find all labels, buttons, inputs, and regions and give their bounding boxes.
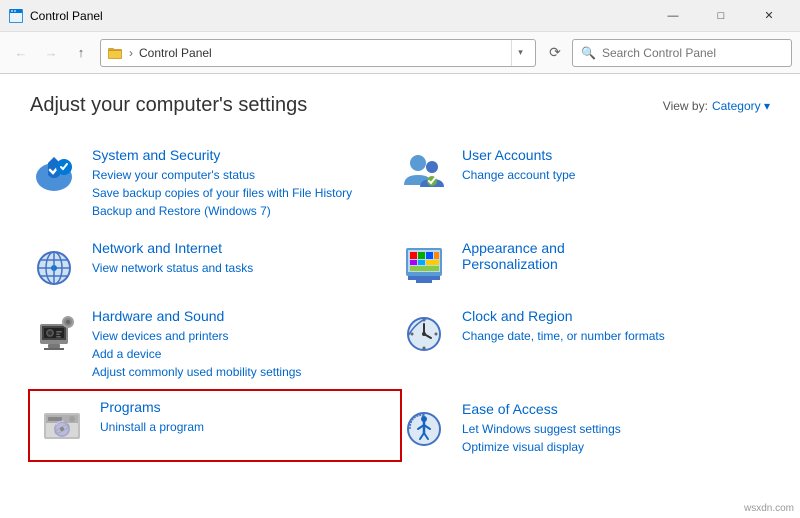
clock-region-link-1[interactable]: Change date, time, or number formats xyxy=(462,327,760,345)
hardware-sound-link-2[interactable]: Add a device xyxy=(92,345,390,363)
title-bar-icon xyxy=(8,8,24,24)
hardware-sound-content: Hardware and Sound View devices and prin… xyxy=(92,308,390,381)
ease-of-access-icon xyxy=(400,401,448,449)
system-security-title[interactable]: System and Security xyxy=(92,147,390,163)
address-field[interactable]: › Control Panel ▾ xyxy=(100,39,536,67)
appearance-title[interactable]: Appearance andPersonalization xyxy=(462,240,760,272)
category-appearance[interactable]: Appearance andPersonalization xyxy=(400,230,770,298)
programs-title[interactable]: Programs xyxy=(100,399,392,415)
category-programs[interactable]: Programs Uninstall a program xyxy=(28,389,402,462)
category-ease-of-access[interactable]: Ease of Access Let Windows suggest setti… xyxy=(400,391,770,466)
address-bar: ← → ↑ › Control Panel ▾ ⟳ 🔍 xyxy=(0,32,800,74)
system-security-link-2[interactable]: Save backup copies of your files with Fi… xyxy=(92,184,390,202)
ease-of-access-link-2[interactable]: Optimize visual display xyxy=(462,438,760,456)
ease-of-access-link-1[interactable]: Let Windows suggest settings xyxy=(462,420,760,438)
ease-of-access-content: Ease of Access Let Windows suggest setti… xyxy=(462,401,760,456)
hardware-sound-title[interactable]: Hardware and Sound xyxy=(92,308,390,324)
system-security-link-1[interactable]: Review your computer's status xyxy=(92,166,390,184)
system-security-link-3[interactable]: Backup and Restore (Windows 7) xyxy=(92,202,390,220)
programs-content: Programs Uninstall a program xyxy=(100,399,392,436)
title-bar: Control Panel — □ ✕ xyxy=(0,0,800,32)
network-internet-content: Network and Internet View network status… xyxy=(92,240,390,277)
programs-icon xyxy=(38,399,86,447)
refresh-button[interactable]: ⟳ xyxy=(542,40,568,66)
network-internet-icon xyxy=(30,240,78,288)
clock-region-content: Clock and Region Change date, time, or n… xyxy=(462,308,760,345)
appearance-content: Appearance andPersonalization xyxy=(462,240,760,275)
user-accounts-content: User Accounts Change account type xyxy=(462,147,760,184)
user-accounts-title[interactable]: User Accounts xyxy=(462,147,760,163)
address-folder-icon xyxy=(107,45,123,61)
system-security-icon xyxy=(30,147,78,195)
clock-region-icon xyxy=(400,308,448,356)
user-accounts-link-1[interactable]: Change account type xyxy=(462,166,760,184)
network-internet-title[interactable]: Network and Internet xyxy=(92,240,390,256)
address-dropdown-button[interactable]: ▾ xyxy=(511,40,529,66)
category-grid: System and Security Review your computer… xyxy=(30,137,770,466)
search-input[interactable] xyxy=(602,46,783,60)
ease-of-access-title[interactable]: Ease of Access xyxy=(462,401,760,417)
search-field[interactable]: 🔍 xyxy=(572,39,792,67)
hardware-sound-icon xyxy=(30,308,78,356)
search-icon: 🔍 xyxy=(581,46,596,60)
hardware-sound-link-3[interactable]: Adjust commonly used mobility settings xyxy=(92,363,390,381)
user-accounts-icon xyxy=(400,147,448,195)
view-by-control: View by: Category ▾ xyxy=(663,99,770,113)
appearance-icon xyxy=(400,240,448,288)
network-internet-link-1[interactable]: View network status and tasks xyxy=(92,259,390,277)
category-system-security[interactable]: System and Security Review your computer… xyxy=(30,137,400,230)
breadcrumb-current: Control Panel xyxy=(139,46,507,60)
page-title: Adjust your computer's settings xyxy=(30,94,307,117)
window-title: Control Panel xyxy=(30,9,650,23)
clock-region-title[interactable]: Clock and Region xyxy=(462,308,760,324)
category-hardware-sound[interactable]: Hardware and Sound View devices and prin… xyxy=(30,298,400,391)
page-header: Adjust your computer's settings View by:… xyxy=(30,94,770,117)
maximize-button[interactable]: □ xyxy=(698,0,744,32)
system-security-content: System and Security Review your computer… xyxy=(92,147,390,220)
back-button[interactable]: ← xyxy=(8,40,34,66)
window-controls: — □ ✕ xyxy=(650,0,792,32)
category-network-internet[interactable]: Network and Internet View network status… xyxy=(30,230,400,298)
up-button[interactable]: ↑ xyxy=(68,40,94,66)
forward-button[interactable]: → xyxy=(38,40,64,66)
view-by-label: View by: xyxy=(663,99,708,113)
hardware-sound-link-1[interactable]: View devices and printers xyxy=(92,327,390,345)
breadcrumb-separator: › xyxy=(129,46,133,60)
view-by-dropdown[interactable]: Category ▾ xyxy=(712,99,770,113)
category-clock-region[interactable]: Clock and Region Change date, time, or n… xyxy=(400,298,770,391)
minimize-button[interactable]: — xyxy=(650,0,696,32)
close-button[interactable]: ✕ xyxy=(746,0,792,32)
programs-link-1[interactable]: Uninstall a program xyxy=(100,418,392,436)
category-user-accounts[interactable]: User Accounts Change account type xyxy=(400,137,770,230)
main-content: Adjust your computer's settings View by:… xyxy=(0,74,800,518)
